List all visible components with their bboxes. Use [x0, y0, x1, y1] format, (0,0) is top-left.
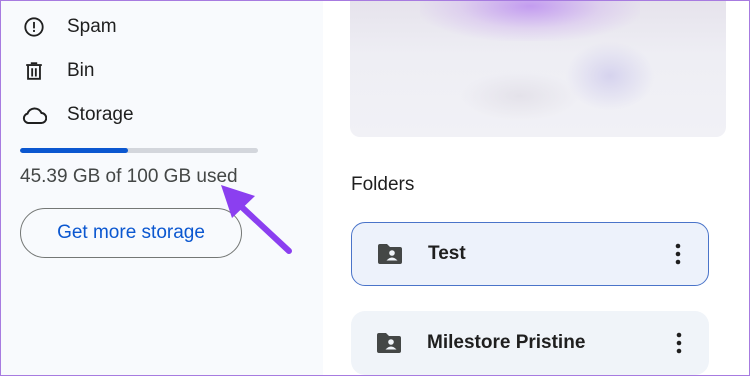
sidebar-item-storage[interactable]: Storage: [21, 101, 134, 129]
sidebar-item-label: Spam: [67, 16, 117, 37]
sidebar-item-bin[interactable]: Bin: [21, 57, 94, 85]
cloud-icon: [21, 102, 47, 128]
shared-folder-icon: [376, 242, 404, 266]
trash-icon: [21, 58, 47, 84]
annotation-arrow-icon: [221, 185, 292, 254]
screenshot-frame: Spam Bin Storage 45.39 GB of 100 GB used…: [0, 0, 750, 376]
get-more-storage-button[interactable]: Get more storage: [20, 208, 242, 258]
spam-icon: [21, 14, 47, 40]
storage-progress-bar: [20, 148, 258, 153]
more-options-icon[interactable]: [666, 242, 690, 266]
folder-name: Milestore Pristine: [427, 332, 586, 353]
folders-section-title: Folders: [351, 174, 415, 195]
storage-usage-text: 45.39 GB of 100 GB used: [20, 166, 238, 187]
shared-folder-icon: [375, 331, 403, 355]
folder-name: Test: [428, 243, 466, 264]
storage-progress-fill: [20, 148, 129, 153]
sidebar-item-label: Storage: [67, 104, 134, 125]
sidebar-item-spam[interactable]: Spam: [21, 13, 117, 41]
folder-item-milestore-pristine[interactable]: Milestore Pristine: [351, 311, 709, 375]
folder-item-test[interactable]: Test: [351, 222, 709, 286]
sidebar-item-label: Bin: [67, 60, 95, 81]
file-preview-thumbnail[interactable]: [350, 1, 726, 137]
sidebar: Spam Bin Storage 45.39 GB of 100 GB used…: [1, 1, 323, 375]
more-options-icon[interactable]: [667, 331, 691, 355]
